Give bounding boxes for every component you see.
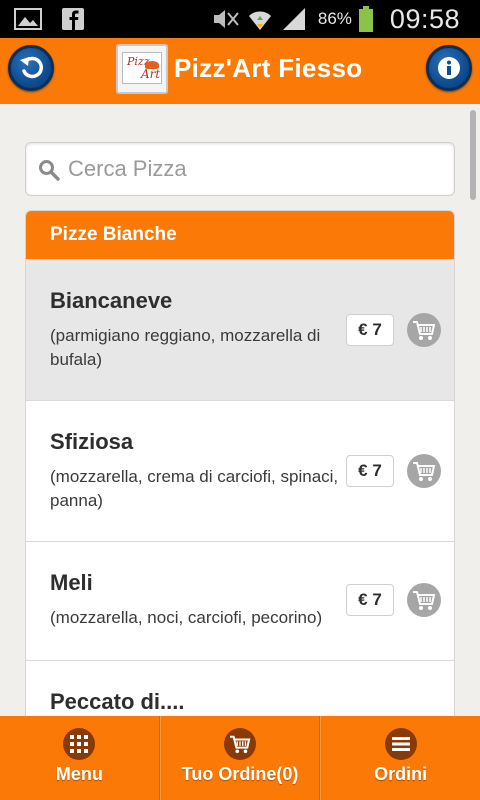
back-button[interactable] bbox=[8, 45, 54, 91]
bottom-nav: Menu Tuo Ordine(0) Ordini bbox=[0, 716, 480, 800]
app-logo: Pizz Art bbox=[116, 44, 168, 94]
list-item[interactable]: Biancaneve (parmigiano reggiano, mozzare… bbox=[26, 259, 454, 400]
nav-order-button[interactable]: Tuo Ordine(0) bbox=[159, 716, 321, 800]
price-badge: € 7 bbox=[346, 455, 394, 487]
nav-label: Tuo Ordine(0) bbox=[181, 764, 299, 784]
nav-menu-button[interactable]: Menu bbox=[0, 716, 160, 800]
list-item[interactable]: Sfiziosa (mozzarella, crema di carciofi,… bbox=[26, 400, 454, 541]
pizza-description: (mozzarella, crema di carciofi, spinaci,… bbox=[50, 467, 339, 510]
info-icon bbox=[438, 57, 460, 79]
pizza-description: (parmigiano reggiano, mozzarella di bufa… bbox=[50, 326, 321, 369]
mute-icon bbox=[213, 10, 239, 28]
category-header: Pizze Bianche bbox=[26, 211, 454, 259]
pizza-name: Sfiziosa bbox=[50, 429, 134, 454]
price-badge: € 7 bbox=[346, 584, 394, 616]
pizza-description: (mozzarella, noci, carciofi, pecorino) bbox=[50, 608, 323, 627]
scrollbar[interactable] bbox=[470, 110, 476, 200]
logo-text-2: Art bbox=[141, 67, 161, 81]
cart-icon bbox=[413, 591, 436, 610]
status-bar: 86% 09:58 bbox=[0, 0, 480, 38]
list-item[interactable]: Meli (mozzarella, noci, carciofi, pecori… bbox=[26, 541, 454, 660]
nav-label: Ordini bbox=[374, 764, 428, 784]
clock: 09:58 bbox=[389, 3, 460, 34]
info-button[interactable] bbox=[426, 45, 472, 91]
app-header: Pizz Art Pizz'Art Fiesso bbox=[0, 38, 480, 104]
signal-icon bbox=[282, 8, 305, 30]
cart-icon bbox=[413, 321, 436, 340]
add-to-cart-button[interactable] bbox=[407, 454, 441, 488]
nav-orders-button[interactable]: Ordini bbox=[320, 716, 480, 800]
search-box bbox=[25, 142, 455, 196]
page-title: Pizz'Art Fiesso bbox=[174, 53, 363, 83]
grid-icon bbox=[63, 728, 96, 760]
cart-icon bbox=[413, 462, 436, 481]
pizza-name: Biancaneve bbox=[50, 288, 173, 313]
list-icon bbox=[384, 728, 417, 760]
wifi-icon bbox=[248, 11, 271, 30]
search-icon bbox=[39, 160, 60, 181]
add-to-cart-button[interactable] bbox=[407, 583, 441, 617]
price-badge: € 7 bbox=[346, 314, 394, 346]
pizza-name: Meli bbox=[50, 570, 93, 595]
battery-percentage: 86% bbox=[317, 9, 352, 28]
facebook-icon bbox=[62, 8, 84, 30]
pizza-list: Pizze Bianche Biancaneve (parmigiano reg… bbox=[25, 210, 455, 716]
list-item[interactable]: Peccato di.... bbox=[26, 660, 454, 716]
nav-label: Menu bbox=[55, 764, 103, 784]
battery-icon bbox=[358, 6, 373, 32]
cart-icon bbox=[224, 728, 256, 760]
search-input[interactable] bbox=[68, 143, 448, 195]
main-content: Pizze Bianche Biancaneve (parmigiano reg… bbox=[0, 104, 480, 716]
add-to-cart-button[interactable] bbox=[407, 313, 441, 347]
pizza-name: Peccato di.... bbox=[50, 689, 185, 714]
gallery-icon bbox=[14, 8, 42, 30]
back-arrow-icon bbox=[20, 56, 43, 79]
